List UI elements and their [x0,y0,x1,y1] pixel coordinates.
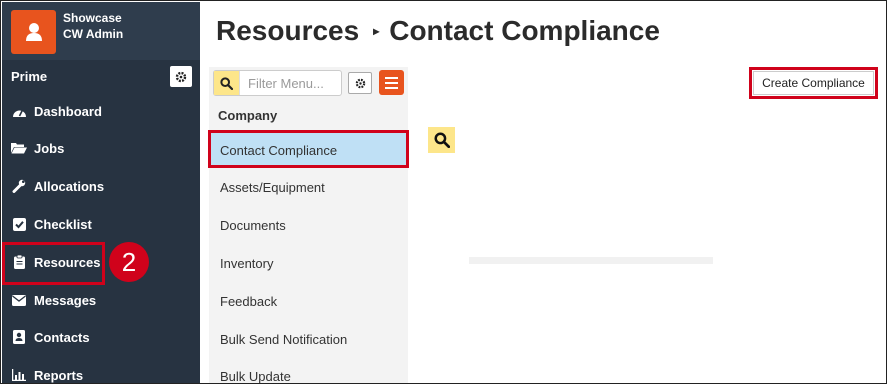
brand-header[interactable]: Showcase CW Admin [2,2,200,60]
step-number-badge: 2 [109,242,149,282]
content-search-button[interactable] [428,127,455,153]
filter-menu-input[interactable] [240,72,340,94]
breadcrumb: Resources ▸ Contact Compliance [216,15,660,47]
submenu-item-bulk-update[interactable]: Bulk Update [209,358,408,384]
brand-subtitle: CW Admin [63,27,124,41]
check-square-icon [11,216,27,232]
dashboard-icon [11,103,27,119]
loading-placeholder-bar [469,257,713,264]
submenu-item-inventory[interactable]: Inventory [209,245,408,281]
search-icon [220,76,233,90]
address-book-icon [11,329,27,345]
sidebar: Showcase CW Admin Prime Dashboard Jobs A… [2,2,200,383]
folder-open-icon [11,140,27,156]
hamburger-line [385,76,398,79]
contact-compliance-highlight-box [208,130,409,168]
sidebar-item-label: Jobs [34,140,65,156]
create-compliance-highlight-box [749,67,878,99]
envelope-icon [11,292,27,308]
sidebar-item-label: Reports [34,367,84,383]
sidebar-item-checklist[interactable]: Checklist [11,211,92,237]
hamburger-line [385,81,398,84]
sidebar-item-jobs[interactable]: Jobs [11,135,64,161]
sidebar-item-label: Dashboard [34,103,102,119]
menu-filter [213,70,342,96]
section-title: Prime [11,69,48,84]
user-icon [25,23,42,41]
submenu-item-feedback[interactable]: Feedback [209,283,408,319]
resources-highlight-box [2,242,105,285]
hamburger-menu-button[interactable] [379,70,404,95]
sidebar-settings-button[interactable] [170,66,192,87]
filter-search-button[interactable] [214,71,240,95]
submenu-item-assets-equipment[interactable]: Assets/Equipment [209,169,408,205]
sidebar-item-label: Allocations [34,178,105,194]
sidebar-item-contacts[interactable]: Contacts [11,324,90,350]
search-icon [433,132,450,148]
submenu-item-bulk-send-notification[interactable]: Bulk Send Notification [209,321,408,357]
brand-title: Showcase [63,11,122,25]
submenu-group-label: Company [218,108,278,123]
wrench-icon [11,178,27,194]
hamburger-line [385,86,398,89]
gear-icon [175,71,187,82]
sidebar-item-allocations[interactable]: Allocations [11,173,104,199]
app-window: Showcase CW Admin Prime Dashboard Jobs A… [0,0,887,384]
sidebar-item-dashboard[interactable]: Dashboard [11,98,102,124]
gear-icon [355,78,365,88]
submenu-settings-button[interactable] [348,72,372,94]
sidebar-item-label: Checklist [34,216,92,232]
bar-chart-icon [11,367,27,383]
submenu-item-documents[interactable]: Documents [209,207,408,243]
sidebar-item-label: Messages [34,292,97,308]
breadcrumb-root[interactable]: Resources [216,15,359,47]
user-avatar [11,10,56,54]
sidebar-item-messages[interactable]: Messages [11,287,96,313]
sidebar-item-label: Contacts [34,329,90,345]
sidebar-item-reports[interactable]: Reports [11,362,84,383]
page-title: Contact Compliance [389,15,660,46]
caret-right-icon: ▸ [373,24,380,38]
